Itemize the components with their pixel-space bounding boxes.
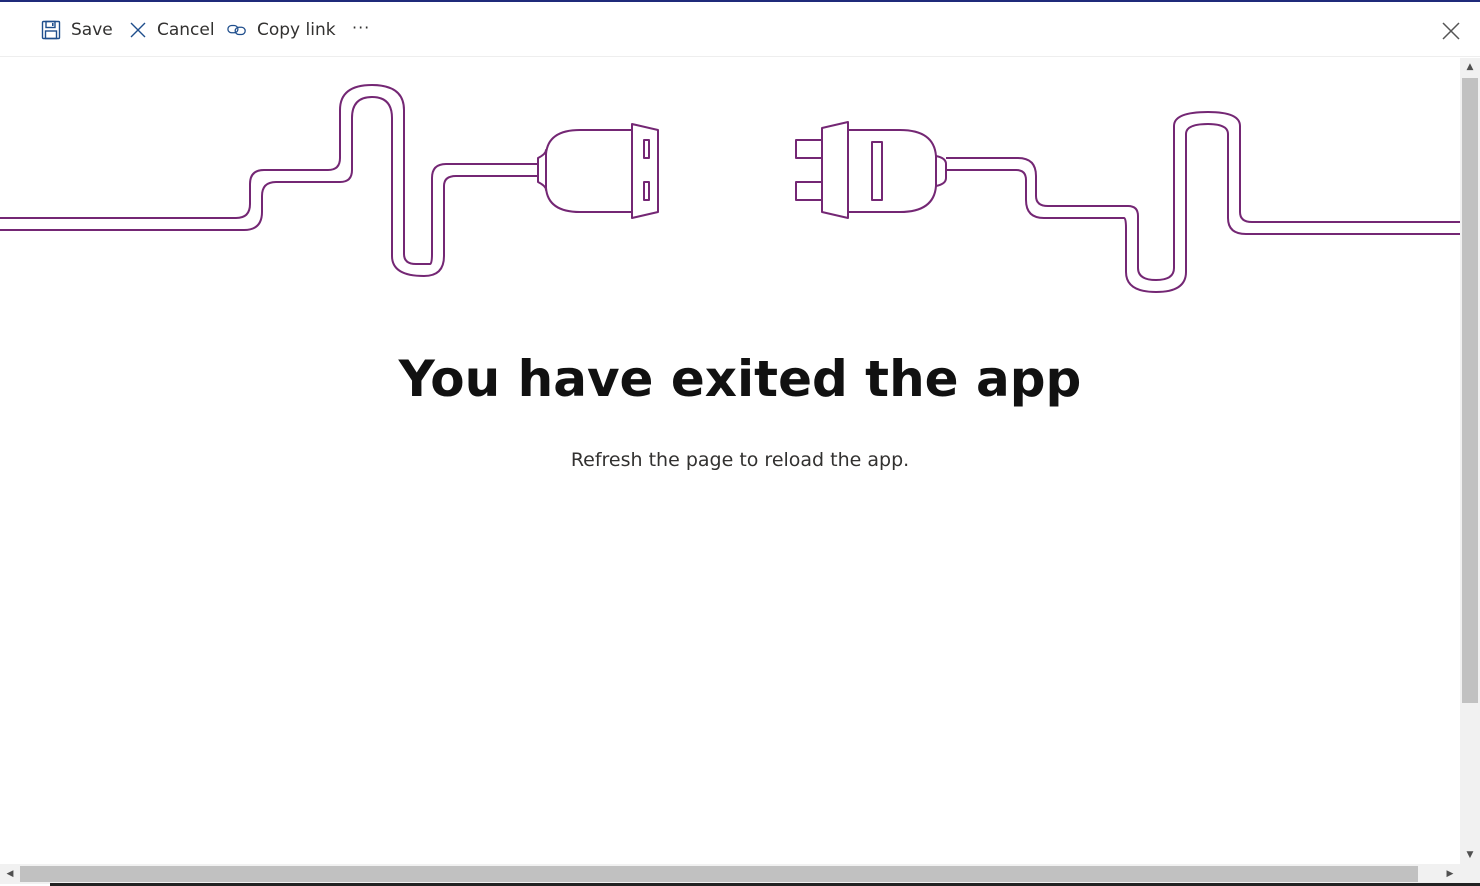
cancel-label: Cancel [157, 19, 215, 40]
save-button[interactable]: Save [41, 2, 113, 57]
scroll-up-arrow-icon[interactable]: ▲ [1460, 58, 1480, 76]
horizontal-scrollbar[interactable]: ◀ ▶ [0, 864, 1460, 884]
copy-link-label: Copy link [257, 19, 336, 40]
close-icon [128, 20, 148, 40]
save-label: Save [71, 19, 113, 40]
more-options-button[interactable]: ··· [352, 2, 370, 57]
main-content: You have exited the app Refresh the page… [0, 58, 1460, 864]
close-button[interactable] [1440, 20, 1462, 42]
close-icon [1442, 22, 1460, 40]
vertical-scrollbar[interactable]: ▲ ▼ [1460, 58, 1480, 864]
command-bar: Save Cancel Copy link ··· [0, 2, 1480, 57]
scroll-right-arrow-icon[interactable]: ▶ [1440, 864, 1460, 884]
unplugged-cable-illustration [0, 84, 1460, 293]
horizontal-scroll-thumb[interactable] [20, 866, 1418, 882]
cancel-button[interactable]: Cancel [128, 2, 215, 57]
scroll-left-arrow-icon[interactable]: ◀ [0, 864, 20, 884]
page-subtext: Refresh the page to reload the app. [570, 449, 910, 471]
more-icon: ··· [352, 18, 371, 37]
vertical-scroll-thumb[interactable] [1462, 78, 1478, 703]
copy-link-button[interactable]: Copy link [227, 2, 336, 57]
save-icon [41, 20, 61, 40]
link-icon [227, 20, 247, 40]
page-title: You have exited the app [398, 350, 1082, 408]
scroll-down-arrow-icon[interactable]: ▼ [1460, 846, 1480, 864]
